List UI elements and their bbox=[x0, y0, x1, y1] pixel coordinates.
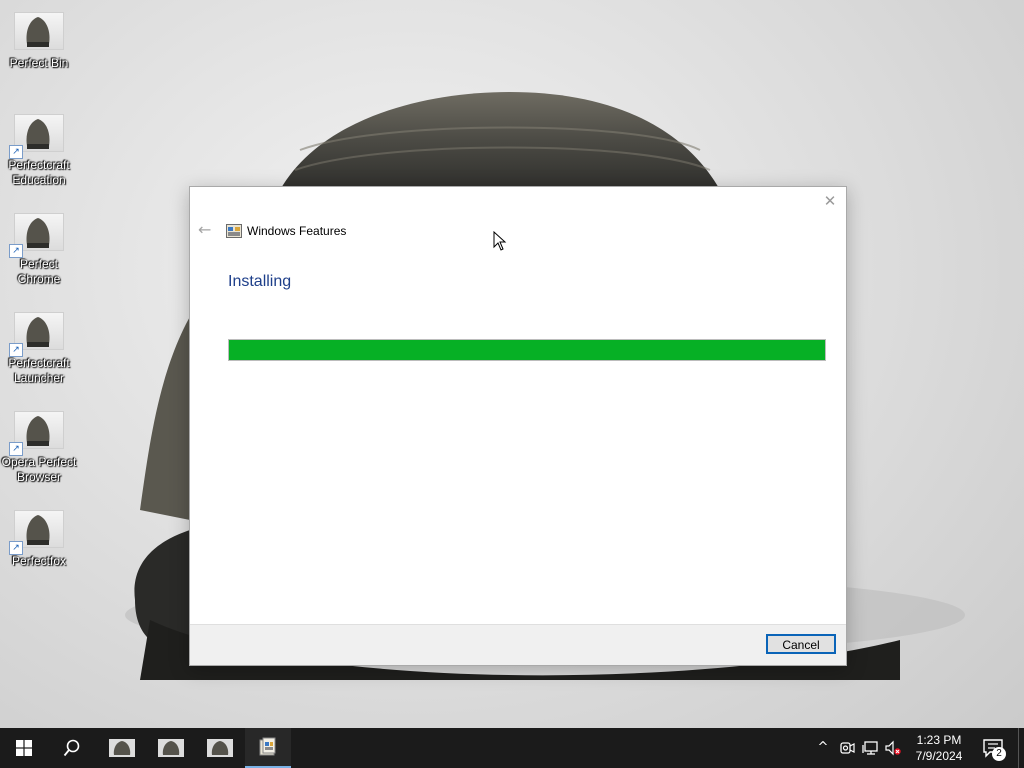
desktop-icon-perfectcraft-launcher[interactable]: ↗ Perfectcraft Launcher bbox=[1, 312, 77, 386]
sculpture-icon: ↗ bbox=[9, 411, 64, 456]
taskbar-app-2[interactable] bbox=[147, 728, 195, 768]
sculpture-icon bbox=[109, 739, 135, 757]
status-heading: Installing bbox=[228, 273, 292, 290]
desktop-icon-label: Perfectcraft Launcher bbox=[8, 356, 70, 385]
progress-fill bbox=[229, 340, 825, 360]
windows-features-dialog: ✕ ← Windows Features Installing Cancel bbox=[189, 186, 847, 666]
desktop-icon-label: Perfectfox bbox=[11, 554, 67, 568]
shortcut-arrow-icon: ↗ bbox=[9, 343, 23, 357]
mouse-cursor-icon bbox=[493, 231, 507, 251]
start-button[interactable] bbox=[0, 728, 48, 768]
cancel-button[interactable]: Cancel bbox=[766, 634, 836, 654]
show-hidden-icons-chevron-icon[interactable]: ^ bbox=[815, 740, 831, 756]
show-desktop-button[interactable] bbox=[1018, 728, 1024, 768]
sculpture-icon: ↗ bbox=[9, 114, 64, 159]
desktop-icon-label: Opera Perfect Browser bbox=[1, 455, 77, 484]
shortcut-arrow-icon: ↗ bbox=[9, 145, 23, 159]
taskbar-app-3[interactable] bbox=[196, 728, 244, 768]
taskbar-app-1[interactable] bbox=[98, 728, 146, 768]
shortcut-arrow-icon: ↗ bbox=[9, 244, 23, 258]
taskbar-app-windows-features[interactable] bbox=[245, 728, 291, 768]
webcam-icon[interactable] bbox=[839, 740, 855, 756]
desktop-icon-label: Perfect Chrome bbox=[17, 257, 61, 286]
sculpture-icon bbox=[207, 739, 233, 757]
volume-muted-icon[interactable] bbox=[885, 740, 901, 756]
install-progress-bar bbox=[228, 339, 826, 361]
desktop-icon-label: Perfectcraft Education bbox=[8, 158, 70, 187]
desktop-icon-perfectcraft-education[interactable]: ↗ Perfectcraft Education bbox=[1, 114, 77, 188]
windows-features-icon bbox=[259, 737, 276, 756]
desktop-icon-opera-perfect-browser[interactable]: ↗ Opera Perfect Browser bbox=[1, 411, 77, 485]
close-button[interactable]: ✕ bbox=[820, 191, 840, 211]
dialog-title: Windows Features bbox=[247, 224, 347, 238]
search-button[interactable] bbox=[48, 728, 96, 768]
clock-time: 1:23 PM bbox=[916, 733, 962, 747]
windows-logo-icon bbox=[16, 740, 32, 756]
shortcut-arrow-icon: ↗ bbox=[9, 541, 23, 555]
search-icon bbox=[63, 739, 80, 757]
desktop-icon-label: Perfect Bin bbox=[9, 56, 69, 70]
dialog-footer: Cancel bbox=[190, 624, 846, 665]
back-arrow-icon: ← bbox=[198, 220, 212, 239]
windows-features-icon bbox=[226, 224, 242, 238]
taskbar: ^ 1:23 PM 7/9/2024 2 bbox=[0, 728, 1024, 768]
sculpture-icon: ↗ bbox=[9, 213, 64, 258]
sculpture-icon: ↗ bbox=[9, 312, 64, 357]
desktop-icon-perfect-chrome[interactable]: ↗ Perfect Chrome bbox=[1, 213, 77, 287]
taskbar-clock[interactable]: 1:23 PM 7/9/2024 bbox=[905, 732, 973, 764]
shortcut-arrow-icon: ↗ bbox=[9, 442, 23, 456]
sculpture-icon: ↗ bbox=[9, 510, 64, 555]
clock-date: 7/9/2024 bbox=[915, 749, 963, 763]
desktop-icon-perfect-bin[interactable]: Perfect Bin bbox=[1, 12, 77, 71]
sculpture-icon bbox=[14, 12, 64, 50]
desktop-icon-perfectfox[interactable]: ↗ Perfectfox bbox=[1, 510, 77, 569]
network-icon[interactable] bbox=[862, 740, 878, 756]
notification-count-badge: 2 bbox=[992, 747, 1006, 761]
sculpture-icon bbox=[158, 739, 184, 757]
